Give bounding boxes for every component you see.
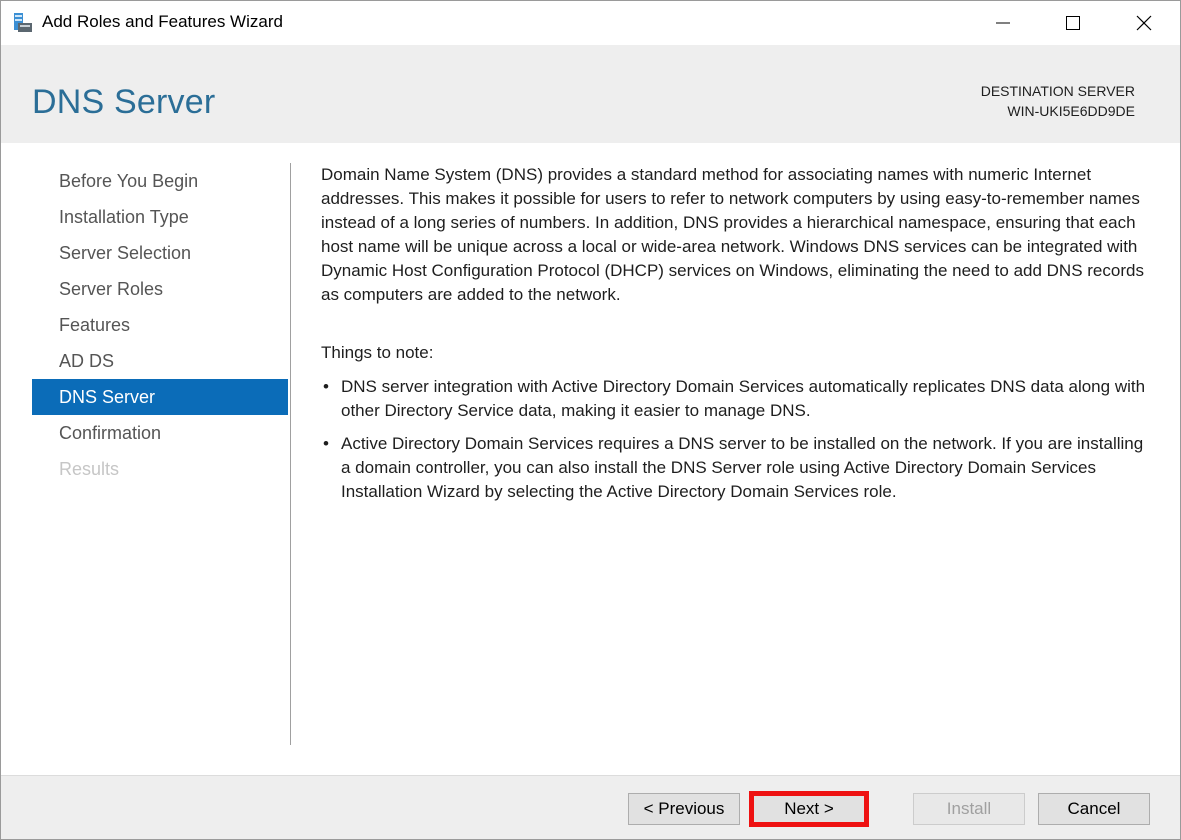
minimize-icon [996, 22, 1010, 24]
install-button: Install [913, 793, 1025, 825]
wizard-window: Add Roles and Features Wizard DNS Server… [0, 0, 1181, 840]
note-text: DNS server integration with Active Direc… [341, 377, 1146, 420]
cancel-button[interactable]: Cancel [1038, 793, 1150, 825]
list-item: • DNS server integration with Active Dir… [321, 375, 1156, 423]
page-title: DNS Server [32, 83, 216, 121]
wizard-footer: < Previous Next > Install Cancel [1, 775, 1180, 839]
nav-item-results: Results [59, 459, 120, 479]
destination-server-name: WIN-UKI5E6DD9DE [1007, 103, 1135, 119]
dns-description: Domain Name System (DNS) provides a stan… [321, 165, 1144, 304]
note-text: Active Directory Domain Services require… [341, 434, 1144, 501]
bullet-icon: • [323, 434, 329, 453]
maximize-button[interactable] [1038, 1, 1108, 45]
minimize-button[interactable] [968, 1, 1038, 45]
nav-item-before-you-begin[interactable]: Before You Begin [32, 163, 288, 199]
nav-item-installation-type[interactable]: Installation Type [32, 199, 288, 235]
server-manager-icon [12, 12, 34, 34]
close-button[interactable] [1109, 1, 1179, 45]
wizard-nav: Before You Begin Installation Type Serve… [32, 163, 288, 487]
window-title: Add Roles and Features Wizard [42, 12, 283, 31]
nav-item-features[interactable]: Features [32, 307, 288, 343]
nav-divider [290, 163, 291, 745]
nav-item-dns-server[interactable]: DNS Server [32, 379, 288, 415]
close-icon [1136, 15, 1152, 31]
previous-button[interactable]: < Previous [628, 793, 740, 825]
main-panel: Domain Name System (DNS) provides a stan… [321, 163, 1156, 513]
maximize-icon [1066, 16, 1080, 30]
bullet-icon: • [323, 377, 329, 396]
wizard-header: DNS Server DESTINATION SERVER WIN-UKI5E6… [1, 45, 1180, 143]
notes-list: • DNS server integration with Active Dir… [321, 375, 1156, 504]
wizard-content: Before You Begin Installation Type Serve… [1, 143, 1180, 775]
title-bar[interactable]: Add Roles and Features Wizard [1, 1, 1180, 45]
list-item: • Active Directory Domain Services requi… [321, 432, 1156, 504]
notes-heading: Things to note: [321, 343, 434, 362]
destination-server-label: DESTINATION SERVER [980, 83, 1135, 99]
next-button[interactable]: Next > [749, 791, 869, 827]
nav-item-ad-ds[interactable]: AD DS [32, 343, 288, 379]
nav-item-confirmation[interactable]: Confirmation [32, 415, 288, 451]
nav-item-server-selection[interactable]: Server Selection [32, 235, 288, 271]
nav-item-server-roles[interactable]: Server Roles [32, 271, 288, 307]
